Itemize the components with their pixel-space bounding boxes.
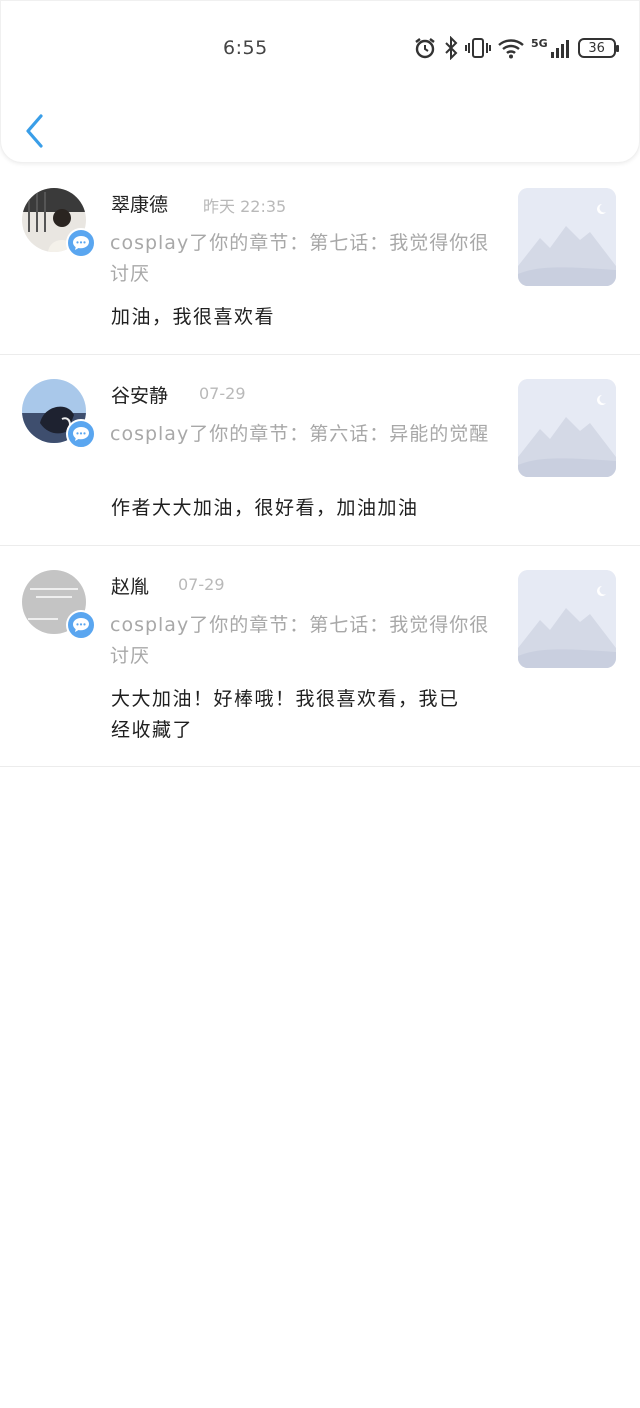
chat-bubble-icon [73,427,89,441]
network-type: 5G [531,36,548,50]
placeholder-image-icon [518,379,616,477]
alarm-icon [415,38,435,59]
status-icons: 5G 36 [413,34,619,62]
battery-level: 36 [588,40,605,56]
chapter-thumbnail[interactable] [518,570,616,668]
avatar-container[interactable] [22,188,96,258]
timestamp: 昨天 22:35 [203,197,287,216]
notification-list: 翠康德 昨天 22:35 cosplay了你的章节：第七话：我觉得你很讨厌 加油… [0,164,640,767]
avatar-container[interactable] [22,570,96,640]
list-item[interactable]: 翠康德 昨天 22:35 cosplay了你的章节：第七话：我觉得你很讨厌 加油… [0,164,640,355]
timestamp: 07-29 [178,575,225,594]
chapter-thumbnail[interactable] [518,379,616,477]
comment-text: 作者大大加油，很好看，加油加油 [111,497,419,519]
top-bar: 6:55 5G 36 [0,0,640,163]
vibrate-icon [465,38,491,58]
list-item[interactable]: 谷安静 07-29 cosplay了你的章节：第六话：异能的觉醒 作者大大加油，… [0,355,640,546]
placeholder-image-icon [518,188,616,286]
wifi-icon [498,39,524,59]
chapter-quote: cosplay了你的章节：第七话：我觉得你很讨厌 [110,232,490,285]
chapter-quote: cosplay了你的章节：第六话：异能的觉醒 [110,423,490,445]
comment-badge [66,228,96,258]
placeholder-image-icon [518,570,616,668]
battery-icon: 36 [577,38,619,58]
status-time: 6:55 [223,37,268,59]
user-name[interactable]: 赵胤 [111,572,149,599]
comment-badge [66,610,96,640]
timestamp: 07-29 [199,384,246,403]
chapter-thumbnail[interactable] [518,188,616,286]
chevron-left-icon [26,114,43,148]
user-name[interactable]: 谷安静 [111,381,168,408]
list-item[interactable]: 赵胤 07-29 cosplay了你的章节：第七话：我觉得你很讨厌 大大加油！好… [0,546,640,767]
back-button[interactable] [21,113,51,149]
comment-text: 大大加油！好棒哦！我很喜欢看，我已经收藏了 [111,688,460,741]
chat-bubble-icon [73,618,89,632]
comment-badge [66,419,96,449]
bluetooth-icon [445,36,458,60]
avatar-container[interactable] [22,379,96,449]
signal-icon [550,40,569,58]
chat-bubble-icon [73,236,89,250]
user-name[interactable]: 翠康德 [111,190,168,217]
chapter-quote: cosplay了你的章节：第七话：我觉得你很讨厌 [110,614,490,667]
comment-text: 加油，我很喜欢看 [111,306,276,328]
